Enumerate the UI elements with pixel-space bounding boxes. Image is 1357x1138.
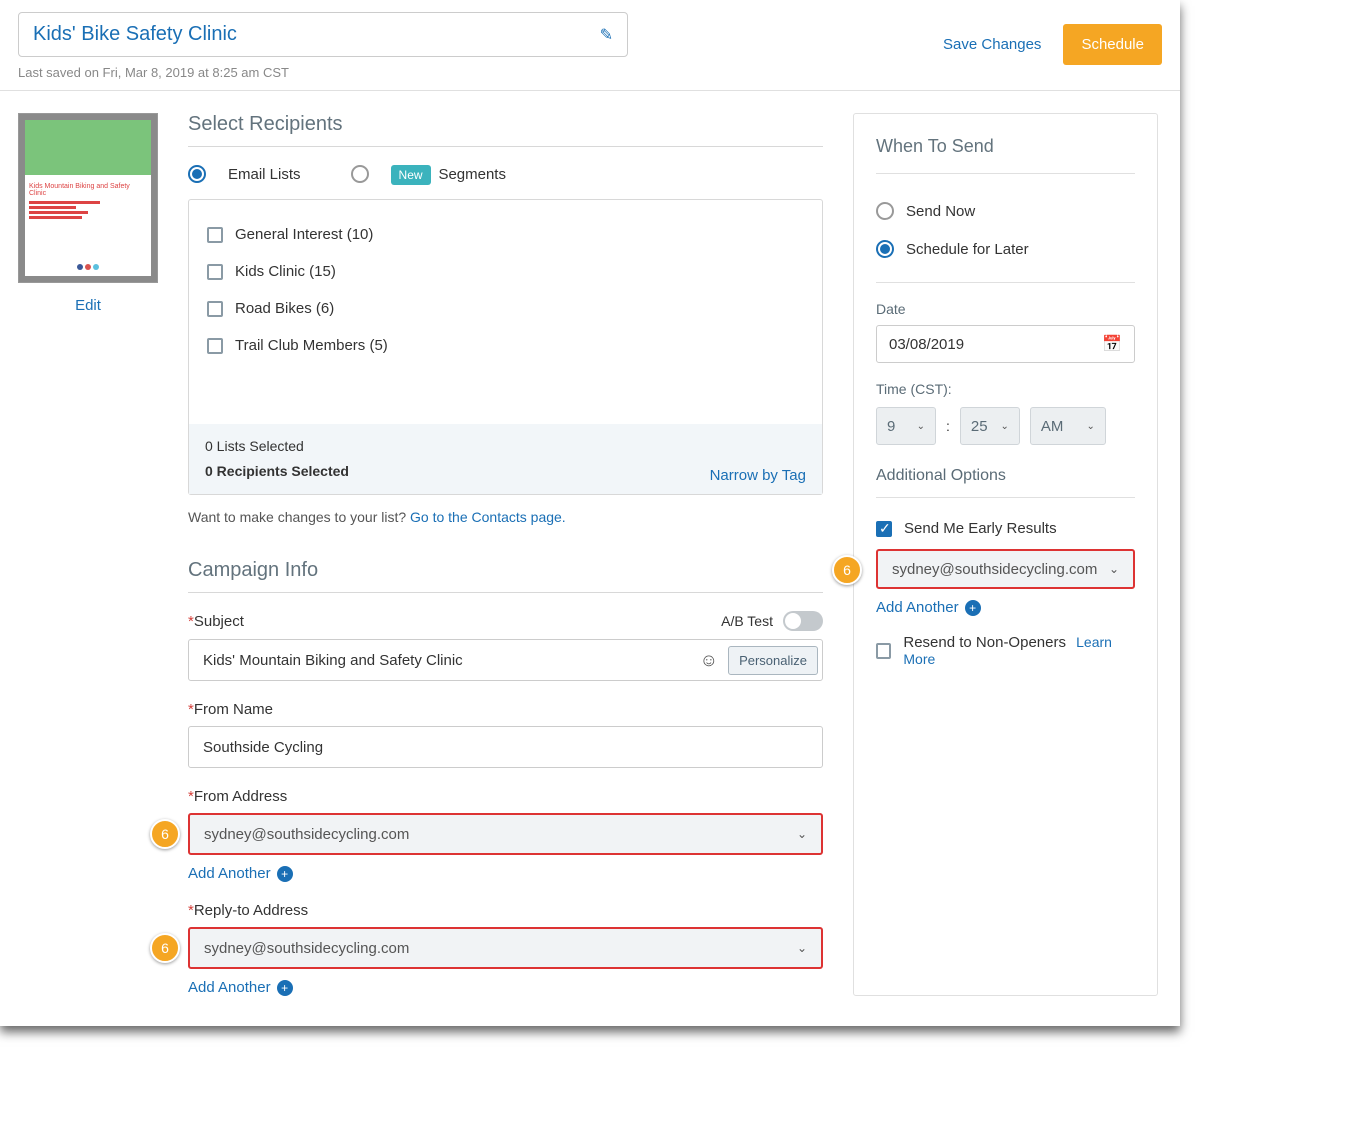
chevron-down-icon: ⌄ — [917, 421, 925, 432]
campaign-title-text: Kids' Bike Safety Clinic — [33, 23, 237, 46]
helper-prefix: Want to make changes to your list? — [188, 509, 410, 525]
from-address-label: From Address — [194, 788, 287, 805]
campaign-info-heading: Campaign Info — [188, 559, 823, 582]
subject-label: Subject — [194, 613, 244, 630]
chevron-down-icon: ⌄ — [1087, 421, 1095, 432]
step-badge-6: 6 — [150, 819, 180, 849]
list-item[interactable]: Road Bikes (6) — [207, 290, 804, 327]
list-item[interactable]: Kids Clinic (15) — [207, 253, 804, 290]
select-recipients-heading: Select Recipients — [188, 113, 823, 136]
send-now-radio[interactable] — [876, 202, 894, 220]
personalize-button[interactable]: Personalize — [728, 646, 818, 675]
from-address-select[interactable]: sydney@southsidecycling.com ⌄ — [188, 813, 823, 855]
email-lists-radio[interactable] — [188, 165, 206, 183]
send-early-results-label: Send Me Early Results — [904, 520, 1057, 537]
email-lists-label: Email Lists — [228, 166, 301, 183]
chevron-down-icon: ⌄ — [1109, 562, 1119, 576]
plus-circle-icon: + — [965, 600, 981, 616]
send-early-results-checkbox[interactable] — [876, 521, 892, 537]
save-changes-link[interactable]: Save Changes — [943, 36, 1041, 53]
segments-label: Segments — [438, 166, 506, 183]
list-item[interactable]: General Interest (10) — [207, 216, 804, 253]
last-saved-text: Last saved on Fri, Mar 8, 2019 at 8:25 a… — [18, 65, 628, 80]
chevron-down-icon: ⌄ — [797, 941, 807, 955]
date-input[interactable]: 03/08/2019 📅 — [876, 325, 1135, 363]
ampm-select[interactable]: AM⌄ — [1030, 407, 1106, 445]
schedule-later-radio[interactable] — [876, 240, 894, 258]
chevron-down-icon: ⌄ — [1001, 421, 1009, 432]
new-pill: New — [391, 165, 431, 185]
emoji-icon[interactable]: ☺ — [694, 650, 724, 671]
add-another-from-address[interactable]: Add Another+ — [188, 865, 823, 882]
segments-radio[interactable] — [351, 165, 369, 183]
checkbox-icon[interactable] — [207, 227, 223, 243]
lists-selected-count: 0 Lists Selected — [205, 434, 349, 459]
add-another-reply-to[interactable]: Add Another+ — [188, 979, 823, 996]
schedule-later-label: Schedule for Later — [906, 241, 1029, 258]
email-preview-thumbnail[interactable]: Kids Mountain Biking and Safety Clinic — [18, 113, 158, 283]
time-label: Time (CST): — [876, 381, 1135, 397]
chevron-down-icon: ⌄ — [797, 827, 807, 841]
plus-circle-icon: + — [277, 866, 293, 882]
reply-to-label: Reply-to Address — [194, 902, 308, 919]
resend-non-openers-label: Resend to Non-Openers — [903, 634, 1066, 651]
send-now-label: Send Now — [906, 203, 975, 220]
reply-to-select[interactable]: sydney@southsidecycling.com ⌄ — [188, 927, 823, 969]
checkbox-icon[interactable] — [207, 264, 223, 280]
date-label: Date — [876, 301, 1135, 317]
from-name-label: From Name — [194, 701, 273, 718]
minute-select[interactable]: 25⌄ — [960, 407, 1020, 445]
when-to-send-heading: When To Send — [876, 136, 1135, 157]
early-results-email-select[interactable]: sydney@southsidecycling.com ⌄ — [876, 549, 1135, 589]
ab-test-label: A/B Test — [721, 613, 773, 629]
step-badge-6: 6 — [150, 933, 180, 963]
email-lists-box: General Interest (10) Kids Clinic (15) R… — [188, 199, 823, 495]
additional-options-heading: Additional Options — [876, 467, 1135, 485]
add-another-early-email[interactable]: Add Another+ — [876, 599, 1135, 616]
ab-test-toggle[interactable] — [783, 611, 823, 631]
contacts-page-link[interactable]: Go to the Contacts page. — [410, 509, 566, 525]
subject-input[interactable]: Kids' Mountain Biking and Safety Clinic … — [188, 639, 823, 681]
narrow-by-tag-link[interactable]: Narrow by Tag — [710, 467, 806, 484]
step-badge-6: 6 — [832, 555, 862, 585]
edit-title-icon[interactable]: ✎ — [600, 25, 613, 45]
recipients-selected-count: 0 Recipients Selected — [205, 459, 349, 484]
from-name-input[interactable]: Southside Cycling — [188, 726, 823, 768]
hour-select[interactable]: 9⌄ — [876, 407, 936, 445]
schedule-button[interactable]: Schedule — [1063, 24, 1162, 65]
campaign-title-input[interactable]: Kids' Bike Safety Clinic ✎ — [18, 12, 628, 57]
plus-circle-icon: + — [277, 980, 293, 996]
list-item[interactable]: Trail Club Members (5) — [207, 327, 804, 364]
calendar-icon[interactable]: 📅 — [1102, 334, 1122, 354]
checkbox-icon[interactable] — [207, 338, 223, 354]
checkbox-icon[interactable] — [207, 301, 223, 317]
resend-non-openers-checkbox[interactable] — [876, 643, 891, 659]
edit-preview-link[interactable]: Edit — [75, 297, 101, 314]
